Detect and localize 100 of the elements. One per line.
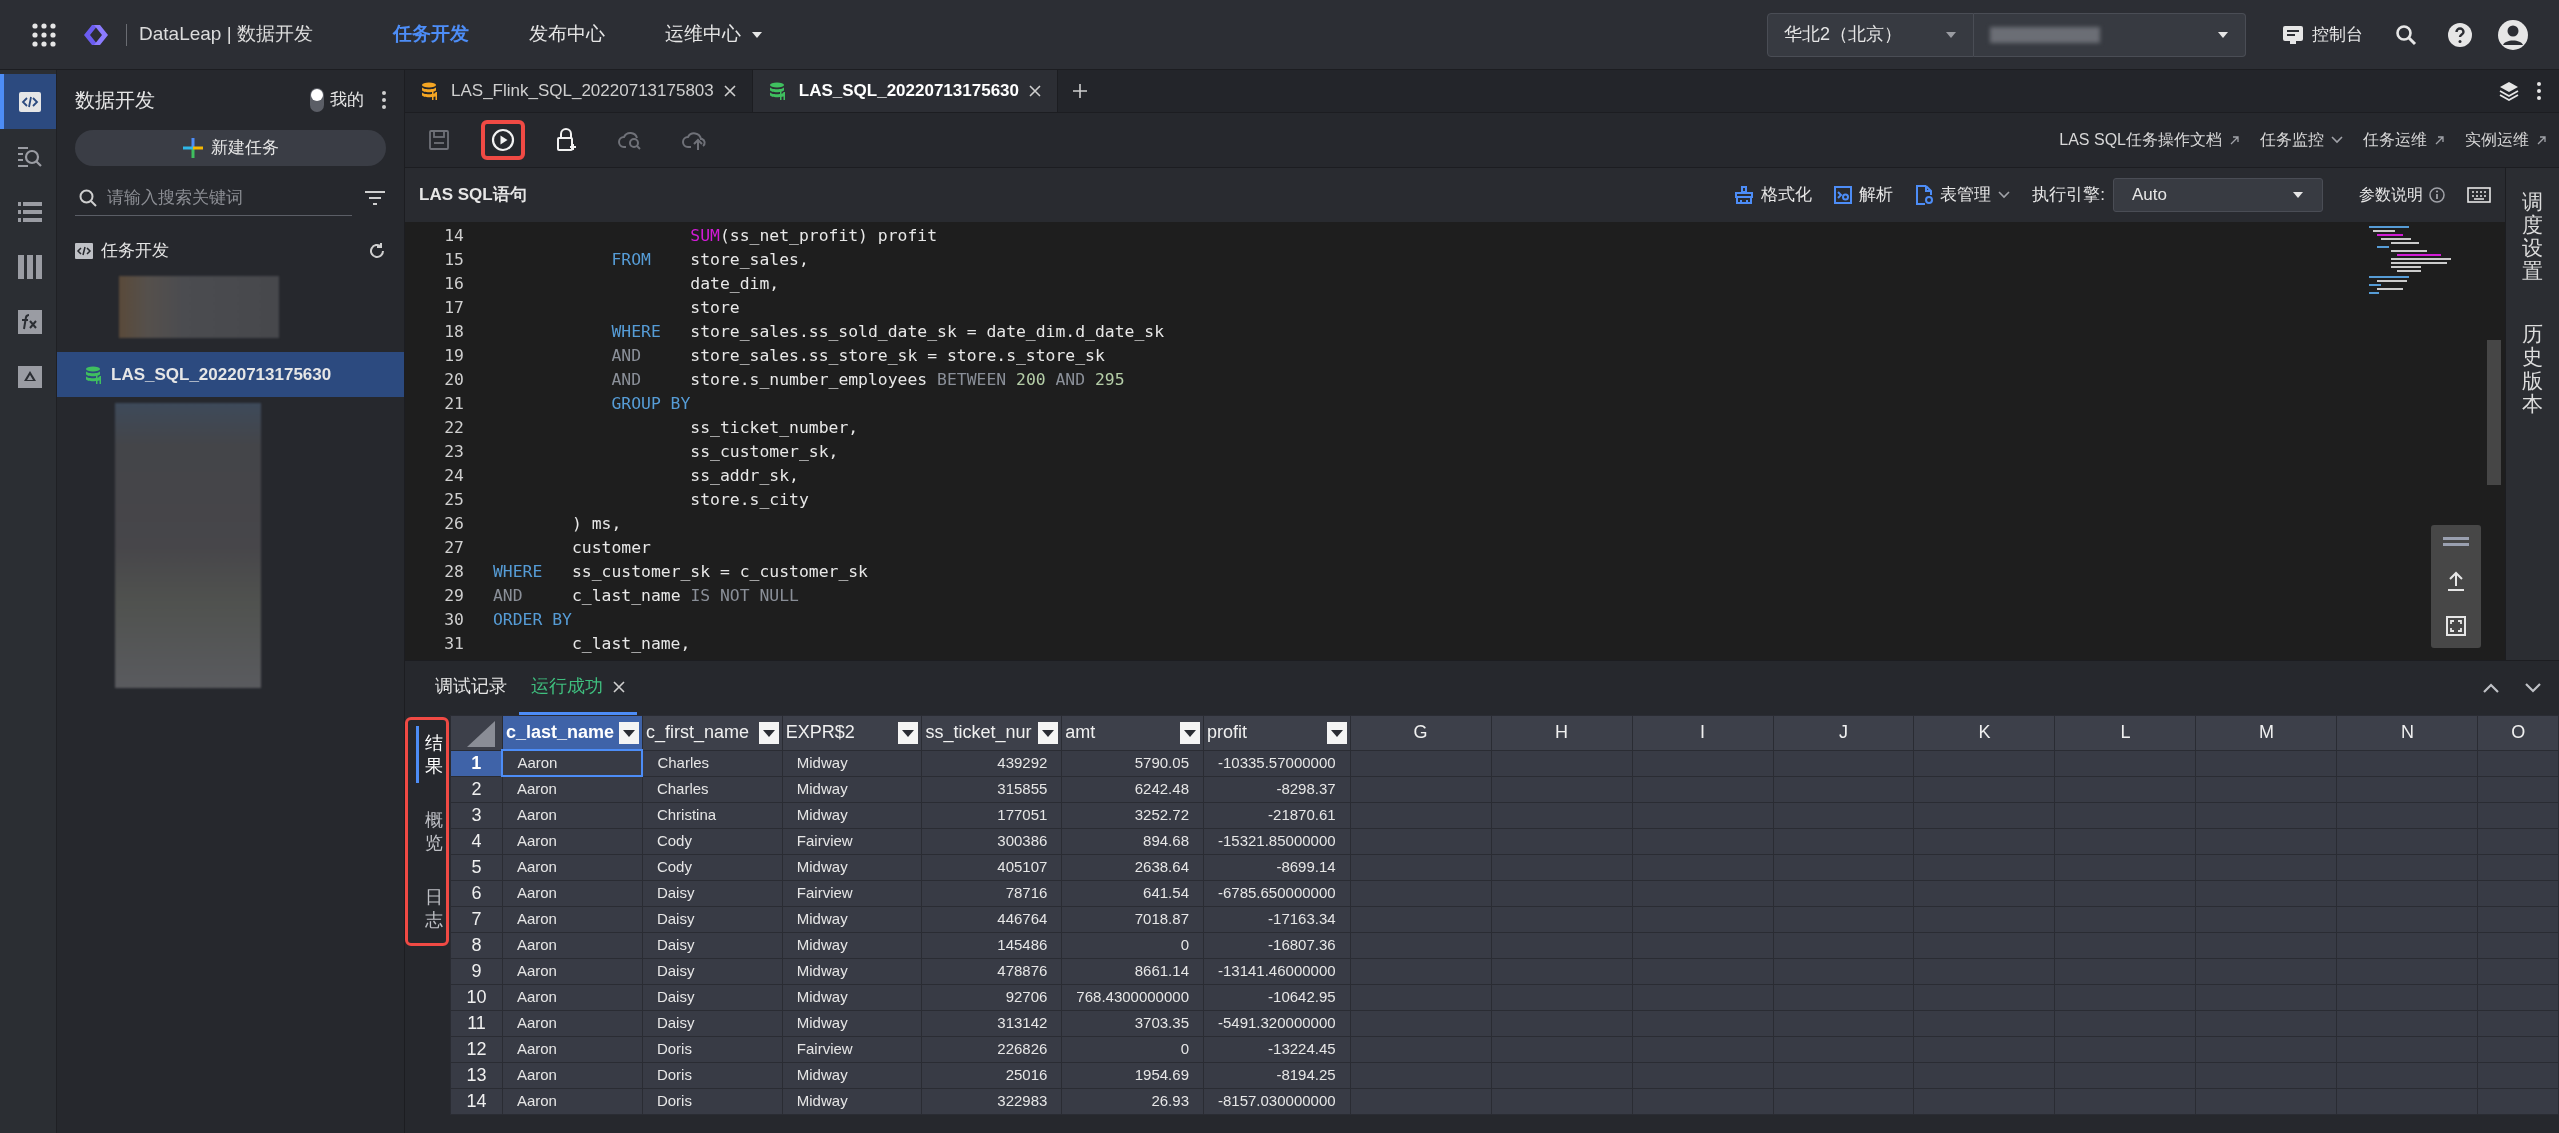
code-line: SUM(ss_net_profit) profit	[690, 224, 938, 247]
table-cell-text: 768.4300000000	[1075, 987, 1190, 1007]
add-tab-icon[interactable]	[1072, 83, 1088, 99]
apps-grid-icon[interactable]	[30, 20, 58, 49]
function-icon	[18, 309, 42, 334]
table-cell-text: 0	[1179, 935, 1190, 955]
filter-dropdown-icon[interactable]	[1180, 721, 1200, 744]
dropdown-link[interactable]: 任务监控	[2260, 128, 2343, 152]
row-number: 13	[450, 1062, 503, 1088]
table-cell-text: Daisy	[655, 1013, 696, 1033]
table-cell-text: Aaron	[516, 753, 559, 773]
close-icon[interactable]	[613, 680, 625, 693]
row-number: 3	[450, 802, 503, 828]
table-cell-text: Fairview	[795, 1039, 854, 1059]
result-side-tab[interactable]: 结果	[416, 726, 443, 783]
close-icon[interactable]	[723, 85, 736, 97]
filter-dropdown-icon[interactable]	[618, 721, 639, 744]
table-cell-text: Midway	[795, 909, 849, 929]
chevron-down-icon	[1998, 191, 2011, 199]
table-cell-text: Midway	[795, 753, 849, 773]
console-link[interactable]: 控制台	[2282, 21, 2363, 48]
row-number: 2	[450, 776, 503, 802]
chevron-up-icon[interactable]	[2483, 683, 2499, 693]
filter-dropdown-icon[interactable]	[1326, 721, 1347, 744]
result-side-tab[interactable]: 概览	[416, 803, 443, 860]
external-link-icon	[2536, 134, 2547, 146]
run-button[interactable]	[481, 120, 525, 160]
table-cell-text: Cody	[655, 831, 693, 851]
list-icon	[18, 200, 42, 223]
column-header[interactable]: M	[2258, 719, 2274, 747]
column-header[interactable]: H	[1555, 719, 1569, 747]
row-number: 6	[450, 880, 503, 906]
info-icon	[2429, 187, 2445, 203]
layers-icon[interactable]	[2499, 81, 2519, 101]
refresh-icon[interactable]	[368, 242, 386, 260]
upload-icon[interactable]	[2447, 571, 2465, 592]
editor-tab[interactable]: LAS_SQL_20220713175630	[752, 70, 1058, 112]
line-number: 29	[443, 584, 464, 607]
external-link[interactable]: 任务运维	[2363, 128, 2445, 152]
column-header[interactable]: G	[1413, 719, 1428, 747]
editor-tab[interactable]: LAS_Flink_SQL_20220713175803	[405, 70, 753, 112]
filter-dropdown-icon[interactable]	[1038, 721, 1059, 744]
line-number: 17	[443, 296, 464, 319]
column-header[interactable]: amt	[1065, 719, 1096, 747]
tree-item[interactable]: LAS_SQL_20220713175630	[57, 352, 404, 397]
result-tab[interactable]: 调试记录	[423, 661, 519, 715]
external-link[interactable]: LAS SQL任务操作文档	[2059, 128, 2240, 152]
engine-select[interactable]: Auto	[2113, 178, 2323, 212]
keyboard-icon[interactable]	[2467, 187, 2491, 203]
toolbar-action[interactable]: 表管理	[1915, 182, 2011, 208]
params-link[interactable]: 参数说明	[2359, 183, 2445, 207]
table-cell-text: 78716	[1004, 883, 1049, 903]
side-panel-tab[interactable]: 历史版本	[2522, 322, 2543, 415]
chevron-down-icon[interactable]	[2525, 683, 2541, 693]
search-icon[interactable]	[2395, 23, 2417, 46]
toolbar-action[interactable]: 格式化	[1734, 182, 1813, 208]
table-cell-text: 0	[1179, 1039, 1190, 1059]
table-cell-text: Fairview	[795, 831, 854, 851]
avatar-icon[interactable]	[2497, 18, 2529, 51]
close-icon[interactable]	[1029, 85, 1041, 97]
column-header[interactable]: I	[1700, 719, 1706, 747]
cloud-upload-icon	[682, 129, 708, 151]
rail-button[interactable]	[0, 74, 56, 129]
table-cell-text: Aaron	[515, 909, 558, 929]
chevron-down-icon	[2331, 136, 2343, 144]
line-number: 16	[443, 272, 464, 295]
filter-dropdown-icon[interactable]	[758, 721, 779, 744]
code-line: ) ms,	[571, 512, 622, 535]
more-icon[interactable]	[382, 91, 386, 109]
help-icon[interactable]	[2447, 21, 2473, 48]
more-icon[interactable]	[2537, 82, 2541, 100]
table-cell-text: Christina	[655, 805, 718, 825]
nav-tab[interactable]: 运维中心	[664, 20, 763, 49]
column-header[interactable]: L	[2120, 719, 2131, 747]
fullscreen-icon[interactable]	[2446, 615, 2466, 636]
filter-dropdown-icon[interactable]	[898, 721, 919, 744]
new-task-button[interactable]: 新建任务	[75, 130, 386, 166]
drag-handle-icon[interactable]	[2443, 537, 2469, 548]
nav-tab[interactable]: 发布中心	[528, 20, 605, 49]
account-select[interactable]	[1974, 12, 2246, 57]
brand-name: DataLeap | 数据开发	[139, 22, 313, 47]
external-link[interactable]: 实例运维	[2465, 128, 2547, 152]
search-field[interactable]: 请输入搜索关键词	[107, 184, 352, 211]
nav-tab[interactable]: 任务开发	[392, 20, 469, 49]
column-header[interactable]: J	[1839, 719, 1848, 747]
table-cell-text: Daisy	[655, 935, 696, 955]
side-panel-tab[interactable]: 调度设置	[2522, 190, 2543, 283]
column-header[interactable]: O	[2511, 719, 2526, 747]
result-side-tab[interactable]: 日志	[416, 880, 443, 937]
filter-icon[interactable]	[364, 190, 386, 206]
region-select[interactable]: 华北2（北京）	[1767, 12, 1974, 57]
file-settings-icon	[1915, 185, 1934, 205]
mine-toggle[interactable]: 我的	[310, 87, 364, 113]
column-header[interactable]: K	[1978, 719, 1991, 747]
line-number: 24	[443, 464, 464, 487]
scrollbar-thumb[interactable]	[2487, 340, 2501, 485]
tree-folder[interactable]: 任务开发	[101, 238, 368, 264]
row-number: 14	[450, 1088, 503, 1114]
column-header[interactable]: N	[2400, 719, 2414, 747]
toolbar-action[interactable]: 解析	[1834, 182, 1894, 208]
